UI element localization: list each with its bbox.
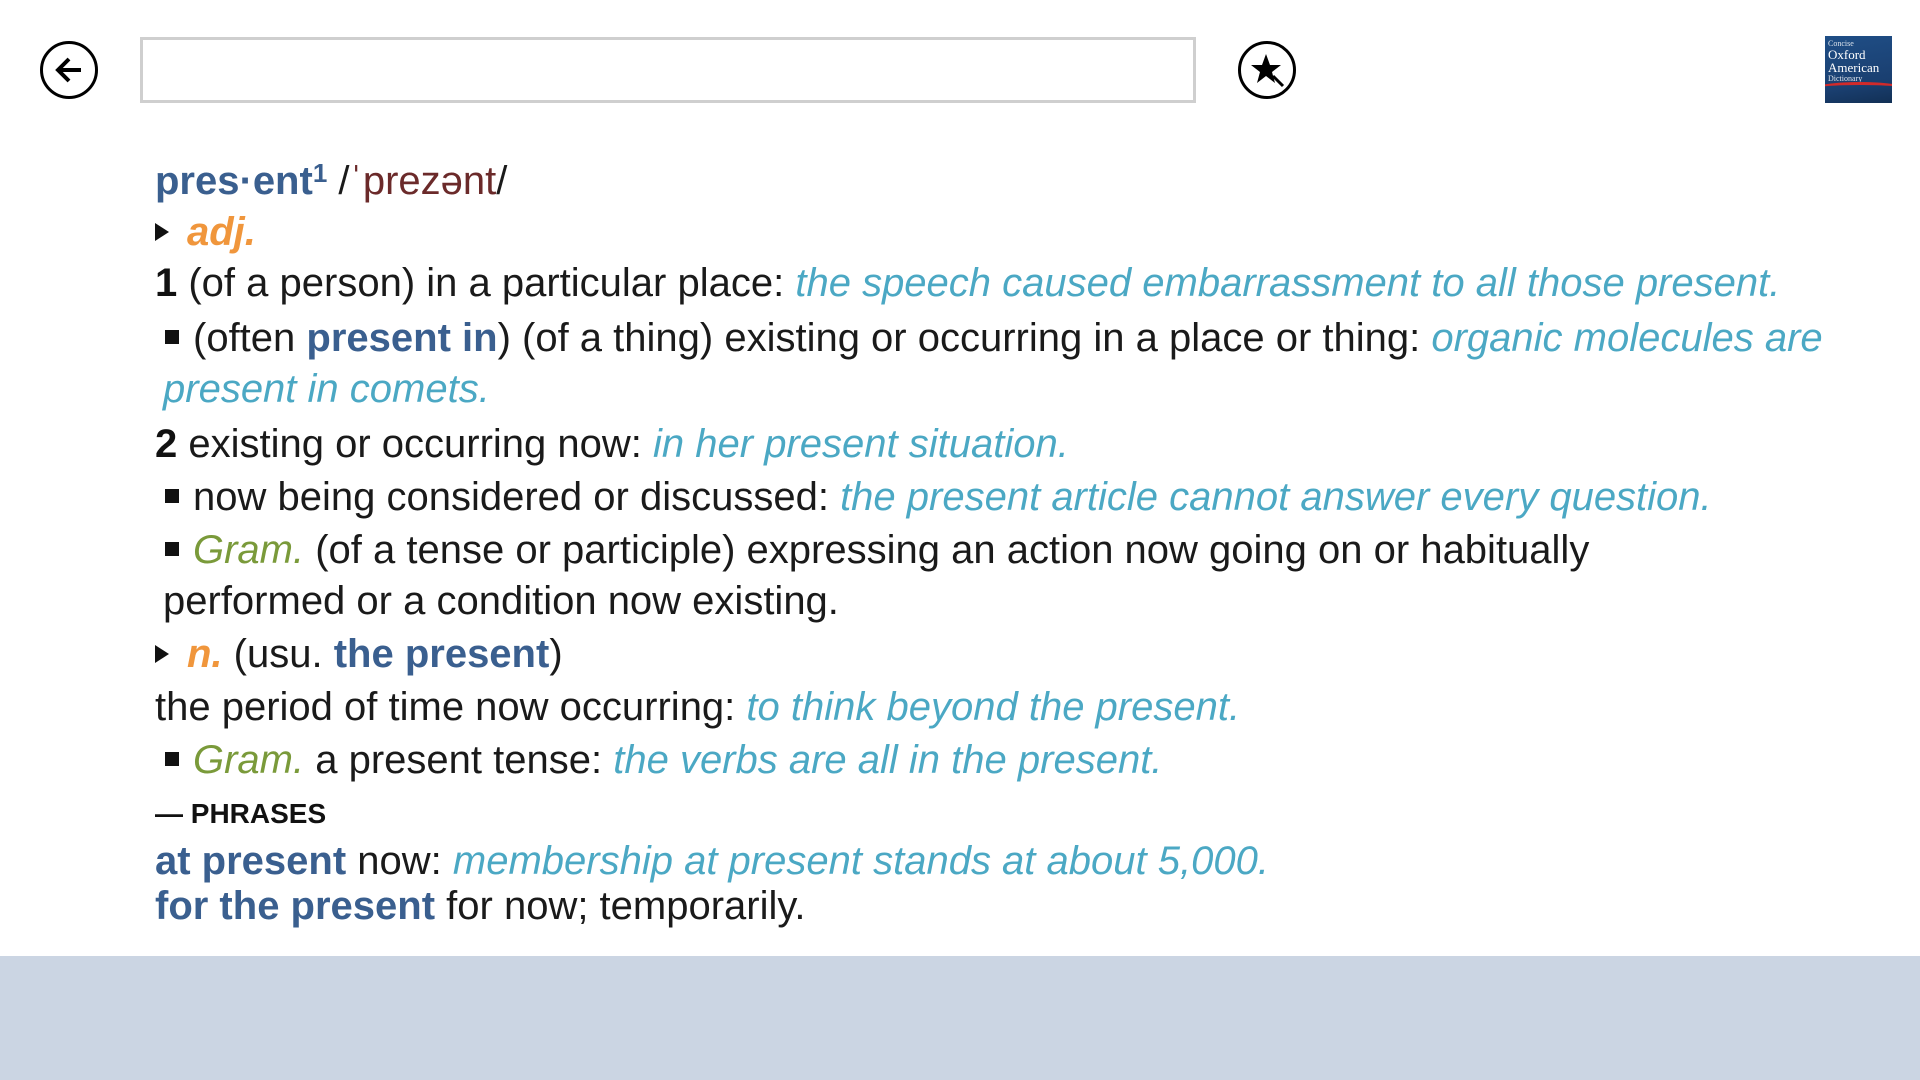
phrase-definition: for now; temporarily. [435,884,806,928]
search-input[interactable] [140,37,1196,103]
back-arrow-icon [55,57,81,83]
sense-2: 2 existing or occurring now: in her pres… [155,419,1915,470]
subsense-2: now being considered or discussed: the p… [155,472,1915,523]
sense-definition: (of a person) in a particular place: [177,261,796,305]
bottom-app-bar [0,956,1920,1080]
subsense-example: the verbs are all in the present. [613,738,1163,782]
pos-noun-row[interactable]: n. (usu. the present) [155,629,1915,680]
subsense-3: Gram. (of a tense or participle) express… [155,525,1743,627]
subsense-definition: (of a tense or participle) expressing an… [163,528,1590,623]
sense-number: 2 [155,422,178,466]
sense-example: the speech caused embarrassment to all t… [795,261,1781,305]
subsense-1: (often present in) (of a thing) existing… [155,313,1915,415]
sense-number: 1 [155,261,178,305]
phrase-term[interactable]: for the present [155,884,435,928]
subsense-bold-term[interactable]: present in [306,316,497,360]
sense-definition: existing or occurring now: [177,422,654,466]
sense-example: in her present situation. [653,422,1069,466]
logo-swoosh [1825,82,1892,95]
logo-line-3: American [1828,60,1880,75]
usage-term[interactable]: the present [334,632,550,676]
subsense-definition: now being considered or discussed: [193,475,841,519]
dictionary-app: Concise Oxford American Dictionary pres·… [0,0,1920,1080]
bullet-icon [165,330,179,345]
phrase-example: membership at present stands at about 5,… [452,839,1269,883]
pos-adjective: adj. [187,210,256,254]
star-pin-icon [1251,54,1285,88]
phrase-item: for the present for now; temporarily. [155,881,1915,932]
bullet-icon [165,542,179,557]
dictionary-entry: pres·ent1 /ˈprezənt/ adj. 1 (of a person… [155,148,1915,956]
usage-close: ) [549,632,563,676]
phrases-label: — PHRASES [155,798,327,829]
dictionary-logo: Concise Oxford American Dictionary [1825,36,1892,103]
pos-noun: n. [187,632,223,676]
subsense-example: the present article cannot answer every … [840,475,1712,519]
homograph-number: 1 [312,158,328,188]
headword: pres·ent [155,159,313,203]
back-button[interactable] [40,41,98,99]
logo-line-1: Concise [1828,39,1854,48]
grammar-label: Gram. [193,738,305,782]
expand-triangle-icon[interactable] [155,645,169,663]
noun-subsense: Gram. a present tense: the verbs are all… [155,735,1915,786]
bullet-icon [165,752,179,767]
entry-header: pres·ent1 /ˈprezənt/ [155,148,1915,207]
phrase-term[interactable]: at present [155,839,346,883]
pron-open: / [327,159,350,203]
noun-sense: the period of time now occurring: to thi… [155,682,1915,733]
expand-triangle-icon[interactable] [155,223,169,241]
usage-open: (usu. [222,632,334,676]
favorite-button[interactable] [1238,41,1296,99]
noun-definition: the period of time now occurring: [155,685,747,729]
subsense-prefix: (often [193,316,307,360]
grammar-label: Gram. [193,528,305,572]
pronunciation: ˈprezənt [349,159,497,203]
phrase-item: at present now: membership at present st… [155,836,1915,887]
pos-adjective-row[interactable]: adj. [155,207,1915,258]
pron-close: / [496,159,508,203]
subsense-definition: ) (of a thing) existing or occurring in … [497,316,1432,360]
phrase-definition: now: [346,839,453,883]
bullet-icon [165,489,179,504]
noun-example: to think beyond the present. [746,685,1241,729]
subsense-definition: a present tense: [304,738,614,782]
sense-1: 1 (of a person) in a particular place: t… [155,258,1915,309]
